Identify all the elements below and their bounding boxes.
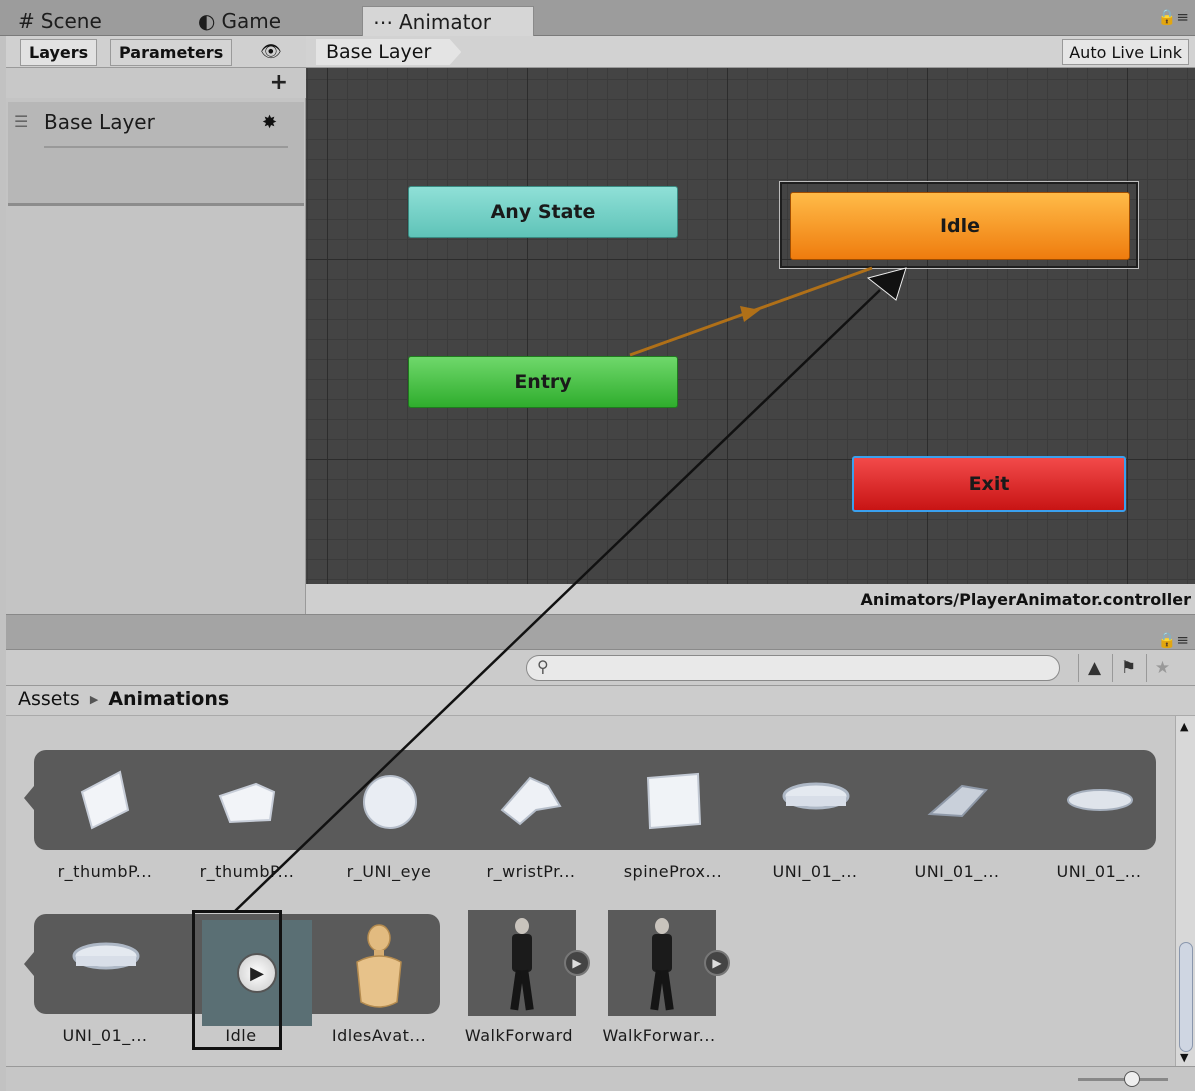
asset-label: UNI_01_... <box>62 1026 148 1045</box>
tab-game-label: Game <box>221 9 281 33</box>
animation-preview-thumb: ▶ <box>468 910 590 1016</box>
asset-label: r_thumbP... <box>57 862 153 881</box>
plus-icon[interactable]: + <box>270 70 288 95</box>
project-footer <box>6 1066 1195 1091</box>
animator-icon: ⋯ <box>373 9 393 34</box>
layer-name: Base Layer <box>44 110 155 134</box>
mesh-thumb-icon <box>782 782 850 810</box>
asset-label: WalkForward <box>464 1026 574 1045</box>
project-toolbar: ⚲ ▲ ⚑ ★ <box>6 650 1195 686</box>
list-item[interactable]: r_thumbP... <box>40 766 170 881</box>
selection-highlight <box>192 910 282 1050</box>
breadcrumb-base-layer[interactable]: Base Layer <box>316 39 462 65</box>
state-entry[interactable]: Entry <box>408 356 678 408</box>
mesh-thumb-icon <box>927 784 988 818</box>
expand-arrow-icon[interactable]: ▶ <box>564 950 590 976</box>
filter-icon[interactable]: ▲ <box>1078 654 1110 682</box>
asset-label: UNI_01_... <box>1056 862 1142 881</box>
character-figure <box>508 918 536 1011</box>
layers-panel: Layers Parameters 👁 + ☰ Base Layer ✸ <box>6 36 306 614</box>
list-item[interactable]: UNI_01_... <box>892 766 1022 881</box>
zoom-slider[interactable] <box>1078 1078 1168 1081</box>
state-exit[interactable]: Exit <box>852 456 1126 512</box>
star-icon[interactable]: ★ <box>1146 654 1178 682</box>
zoom-slider-knob[interactable] <box>1124 1071 1140 1087</box>
list-item[interactable]: UNI_01_... <box>1034 766 1164 881</box>
scrollbar-thumb[interactable] <box>1179 942 1193 1052</box>
layers-panel-tabs: Layers Parameters 👁 <box>6 36 306 68</box>
mesh-thumb-icon <box>500 776 562 826</box>
project-panel-header: 🔒≡ <box>6 614 1195 650</box>
breadcrumb-animations[interactable]: Animations <box>108 688 229 710</box>
tab-layers[interactable]: Layers <box>20 39 98 66</box>
mesh-thumb-icon <box>80 770 130 830</box>
search-icon: ⚲ <box>537 657 549 676</box>
asset-grid: r_thumbP... r_thumbP... r_UNI_eye r_wris… <box>6 716 1175 1066</box>
list-item[interactable]: ▶ WalkForwar... <box>594 910 730 1045</box>
layer-item-base[interactable]: ☰ Base Layer ✸ <box>8 102 304 206</box>
tab-animator-label: Animator <box>399 9 491 34</box>
layer-toolbar: + <box>6 68 306 98</box>
grid-icon: # <box>18 9 35 33</box>
list-item[interactable]: r_wristPr... <box>466 766 596 881</box>
search-input[interactable]: ⚲ <box>526 655 1060 681</box>
group-expand-arrow[interactable] <box>24 952 34 976</box>
mesh-thumb-icon <box>1067 789 1133 811</box>
tab-parameters[interactable]: Parameters <box>110 39 233 66</box>
window-tab-bar: # Scene ◐ Game ⋯ Animator 🔒≡ <box>0 0 1195 36</box>
asset-label: IdlesAvat... <box>331 1026 427 1045</box>
scroll-down-icon[interactable]: ▼ <box>1180 1051 1188 1064</box>
eye-icon[interactable]: 👁 <box>260 42 282 62</box>
vertical-scrollbar[interactable]: ▲ ▼ <box>1175 716 1195 1066</box>
expand-arrow-icon[interactable]: ▶ <box>704 950 730 976</box>
character-figure <box>648 918 676 1011</box>
state-idle[interactable]: Idle <box>790 192 1130 260</box>
label-icon[interactable]: ⚑ <box>1112 654 1144 682</box>
list-item[interactable]: UNI_01_... <box>750 766 880 881</box>
tab-animator[interactable]: ⋯ Animator <box>362 6 534 36</box>
avatar-icon <box>356 924 402 1008</box>
asset-label: UNI_01_... <box>914 862 1000 881</box>
asset-label: UNI_01_... <box>772 862 858 881</box>
asset-label: r_wristPr... <box>486 862 576 881</box>
group-expand-arrow[interactable] <box>24 786 34 810</box>
list-item[interactable]: UNI_01_... <box>40 930 170 1045</box>
breadcrumb: Assets ▶ Animations <box>6 686 1195 716</box>
mesh-thumb-icon <box>72 942 140 970</box>
auto-live-link-button[interactable]: Auto Live Link <box>1062 39 1189 65</box>
pacman-icon: ◐ <box>198 9 216 33</box>
asset-label: r_UNI_eye <box>346 862 432 881</box>
asset-label: spineProx... <box>623 862 723 881</box>
animator-graph[interactable]: Any State Entry Idle Exit <box>306 68 1195 584</box>
list-item[interactable]: IdlesAvat... <box>314 922 444 1045</box>
state-any-state[interactable]: Any State <box>408 186 678 238</box>
graph-toolbar: Base Layer Auto Live Link <box>306 36 1195 68</box>
list-item[interactable]: r_thumbP... <box>182 766 312 881</box>
breadcrumb-assets[interactable]: Assets <box>18 688 80 710</box>
asset-label: WalkForwar... <box>602 1026 716 1045</box>
tab-game[interactable]: ◐ Game <box>198 6 281 36</box>
mesh-thumb-icon <box>218 782 276 824</box>
tab-scene[interactable]: # Scene <box>18 6 102 36</box>
mesh-thumb-icon <box>363 775 417 829</box>
drag-handle-icon[interactable]: ☰ <box>14 112 28 131</box>
list-item[interactable]: r_UNI_eye <box>324 766 454 881</box>
mesh-thumb-icon <box>646 772 702 830</box>
lock-icon[interactable]: 🔒≡ <box>1158 631 1189 649</box>
list-item[interactable]: spineProx... <box>608 766 738 881</box>
lock-icon[interactable]: 🔒≡ <box>1158 8 1189 26</box>
animation-preview-thumb: ▶ <box>608 910 730 1016</box>
asset-label: r_thumbP... <box>199 862 295 881</box>
tab-scene-label: Scene <box>40 9 102 33</box>
list-item[interactable]: ▶ WalkForward <box>454 910 590 1045</box>
layer-weight-divider <box>44 146 288 148</box>
controller-path-bar: Animators/PlayerAnimator.controller <box>306 584 1195 614</box>
gear-icon[interactable]: ✸ <box>262 112 277 133</box>
scroll-up-icon[interactable]: ▲ <box>1180 720 1188 733</box>
controller-path: Animators/PlayerAnimator.controller <box>860 590 1191 609</box>
chevron-right-icon: ▶ <box>89 692 99 706</box>
